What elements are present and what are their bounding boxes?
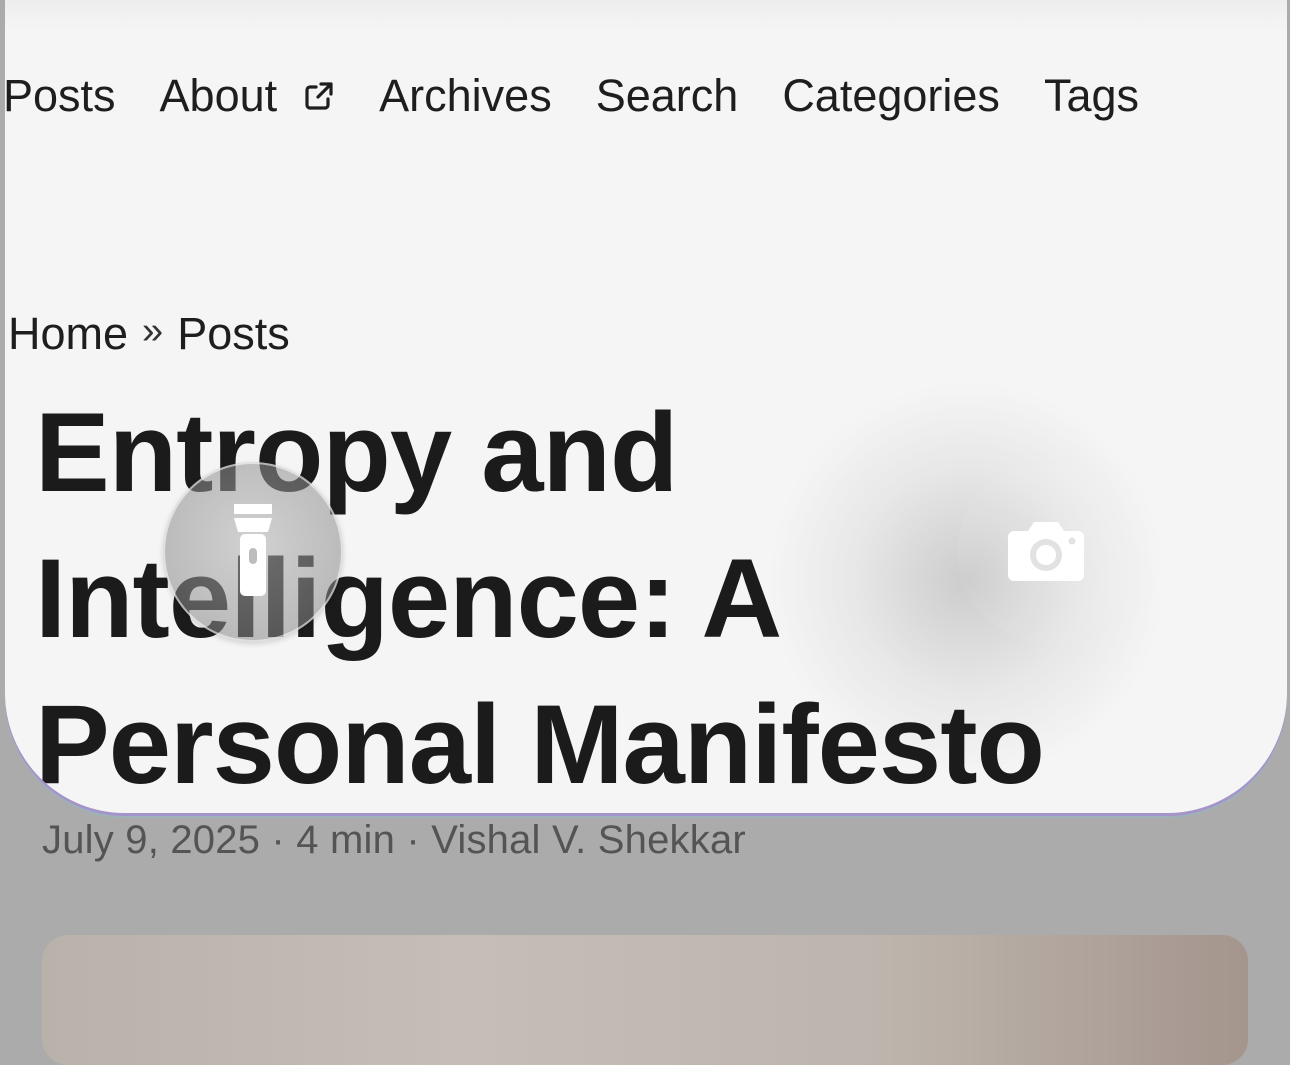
nav-search[interactable]: Search bbox=[596, 70, 739, 122]
camera-button[interactable] bbox=[957, 464, 1135, 642]
cover-image bbox=[42, 935, 1248, 1065]
nav-archives[interactable]: Archives bbox=[379, 70, 552, 122]
external-link-icon bbox=[303, 80, 335, 112]
breadcrumb-posts[interactable]: Posts bbox=[177, 308, 290, 360]
camera-icon bbox=[1006, 519, 1086, 588]
flashlight-button[interactable] bbox=[163, 462, 343, 642]
nav-tags[interactable]: Tags bbox=[1044, 70, 1139, 122]
nav-posts[interactable]: Posts bbox=[5, 70, 116, 122]
breadcrumb-separator: » bbox=[142, 309, 164, 352]
breadcrumb: Home » Posts bbox=[8, 308, 290, 360]
post-meta: July 9, 2025 · 4 min · Vishal V. Shekkar bbox=[42, 818, 746, 862]
sheet-top-shade bbox=[5, 0, 1287, 30]
nav-about[interactable]: About bbox=[160, 70, 336, 122]
breadcrumb-home[interactable]: Home bbox=[8, 308, 128, 360]
site-nav: Posts About Archives Search Categories T… bbox=[5, 68, 1139, 124]
flashlight-icon bbox=[230, 500, 276, 605]
nav-categories[interactable]: Categories bbox=[782, 70, 1000, 122]
lock-screen-sheet[interactable]: Posts About Archives Search Categories T… bbox=[5, 0, 1287, 813]
nav-about-label: About bbox=[159, 70, 278, 121]
